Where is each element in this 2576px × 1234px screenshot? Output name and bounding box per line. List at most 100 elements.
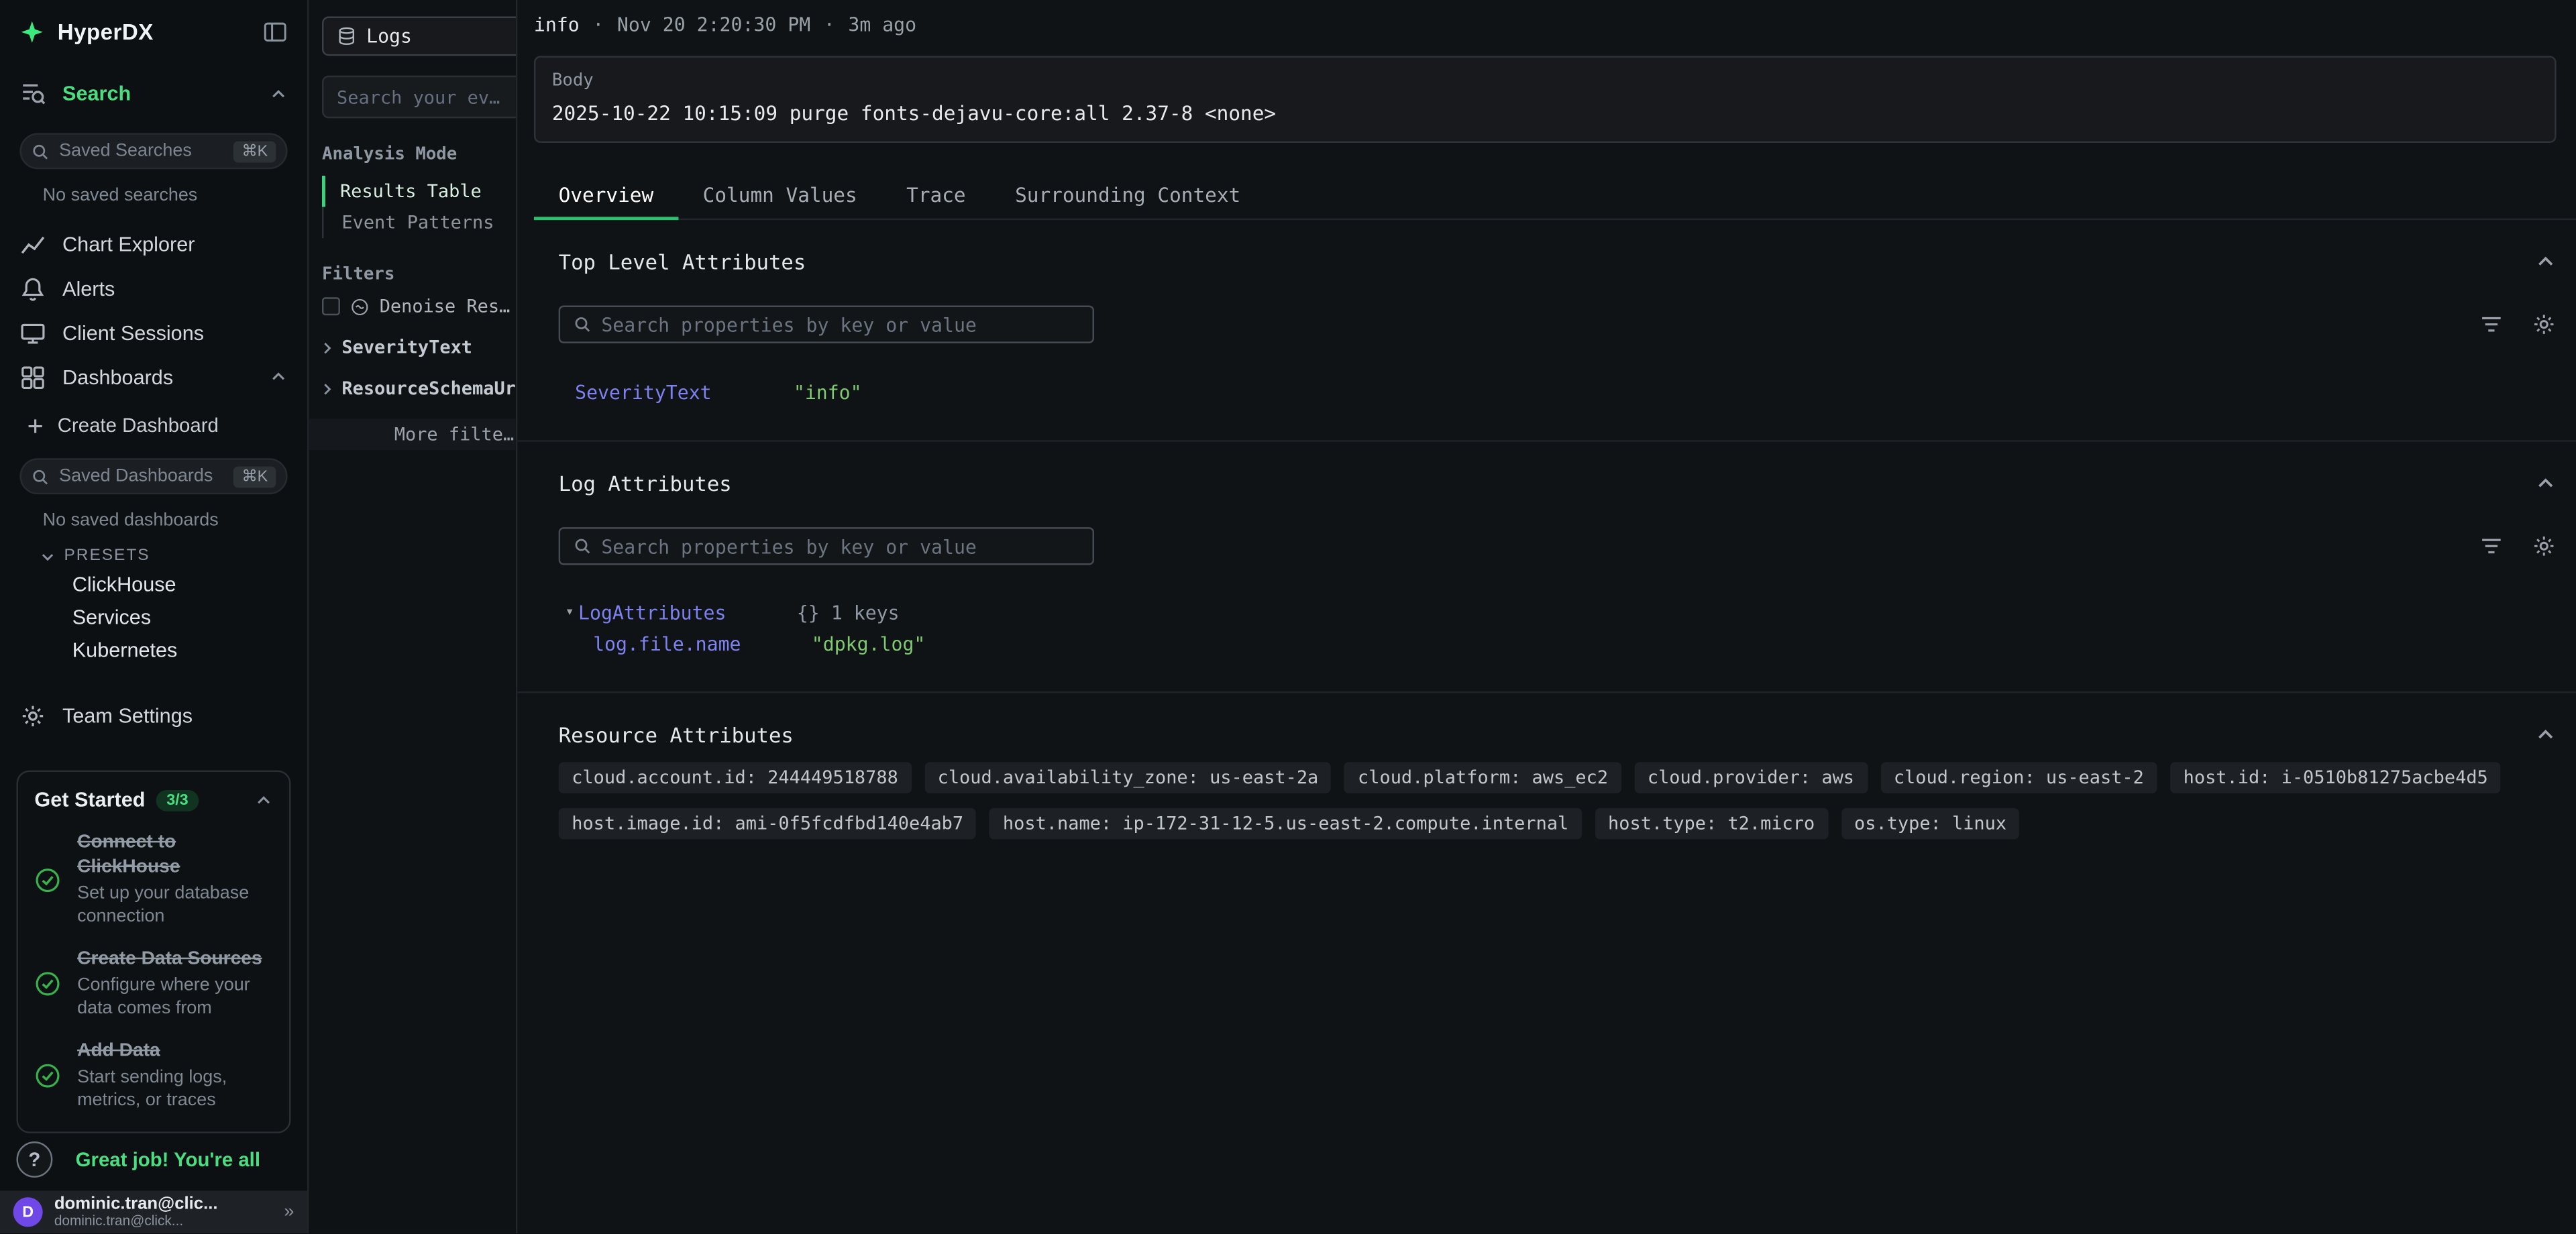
presets-toggle[interactable]: PRESETS <box>0 534 307 568</box>
chevron-right-icon <box>319 339 335 355</box>
chevron-up-icon[interactable] <box>2535 724 2557 746</box>
resource-chip[interactable]: cloud.provider: aws <box>1634 762 1867 793</box>
sidebar-item-client-sessions[interactable]: Client Sessions <box>0 311 307 355</box>
chevron-double-right-icon: » <box>284 1202 294 1222</box>
property-search-input[interactable] <box>601 535 1079 557</box>
chevron-up-icon[interactable] <box>270 368 288 386</box>
analysis-mode-results-table[interactable]: Results Table <box>322 176 516 207</box>
chart-icon <box>19 231 46 257</box>
log-attributes-root-row: ▾ LogAttributes {} 1 keys <box>559 601 2557 624</box>
get-started-header[interactable]: Get Started 3/3 <box>34 789 272 811</box>
app-title: HyperDX <box>58 19 154 44</box>
tree-collapse-icon[interactable]: ▾ <box>565 604 578 620</box>
get-started-item-sources[interactable]: Create Data Sources Configure where your… <box>34 948 272 1020</box>
hyperdx-logo-icon <box>19 19 44 44</box>
filter-group-resourceschemaurl[interactable]: ResourceSchemaUrl <box>319 378 516 399</box>
event-timestamp: Nov 20 2:20:30 PM <box>617 13 810 36</box>
filter-group-severitytext[interactable]: SeverityText <box>319 337 516 358</box>
resource-chip[interactable]: cloud.account.id: 244449518788 <box>559 762 912 793</box>
search-list-icon <box>19 80 46 107</box>
saved-searches-input[interactable] <box>59 142 223 161</box>
section-resource-attributes: Resource Attributes cloud.account.id: 24… <box>534 693 2557 846</box>
analysis-mode-list: Results Table Event Patterns <box>322 176 516 238</box>
no-saved-dashboards-note: No saved dashboards <box>43 511 307 530</box>
analysis-mode-event-patterns[interactable]: Event Patterns <box>323 207 516 239</box>
section-log-attributes: Log Attributes <box>534 442 2557 662</box>
severity-level: info <box>534 13 580 36</box>
filter-lines-icon[interactable] <box>2479 312 2504 337</box>
source-label: Logs <box>366 25 412 48</box>
attribute-key[interactable]: log.file.name <box>593 632 812 655</box>
analysis-mode-label: Analysis Mode <box>322 145 516 164</box>
resource-chips-row: cloud.account.id: 244449518788 cloud.ava… <box>559 762 2557 793</box>
saved-dashboards-input[interactable] <box>59 467 223 486</box>
search-icon <box>32 467 50 486</box>
tab-surrounding-context[interactable]: Surrounding Context <box>990 176 1265 219</box>
preset-clickhouse[interactable]: ClickHouse <box>0 568 307 601</box>
resource-chip[interactable]: host.type: t2.micro <box>1595 808 1827 840</box>
property-search[interactable] <box>559 306 1094 343</box>
detail-tabs: Overview Column Values Trace Surrounding… <box>534 176 2576 220</box>
section-title: Resource Attributes <box>559 723 794 748</box>
resource-chips-row: host.image.id: ami-0f5fcdfbd140e4ab7 hos… <box>559 808 2557 840</box>
property-search[interactable] <box>559 527 1094 565</box>
more-filters-button[interactable]: More filters <box>309 418 516 450</box>
app: HyperDX Search ⌘K No saved searches <box>0 0 2576 1233</box>
source-selector-button[interactable]: Logs <box>322 16 517 56</box>
sidebar-search-label: Search <box>62 82 131 105</box>
tree-root-key[interactable]: LogAttributes <box>578 601 797 624</box>
database-icon <box>337 26 356 46</box>
event-detail-panel: info · Nov 20 2:20:30 PM · 3m ago Body 2… <box>517 0 2576 1233</box>
sidebar-item-dashboards[interactable]: Dashboards <box>0 355 307 399</box>
preset-services[interactable]: Services <box>0 601 307 634</box>
attribute-row: log.file.name "dpkg.log" <box>559 632 2557 655</box>
create-dashboard-button[interactable]: Create Dashboard <box>0 406 307 445</box>
resource-chip[interactable]: host.image.id: ami-0f5fcdfbd140e4ab7 <box>559 808 977 840</box>
denoise-results-toggle[interactable]: Denoise Results <box>322 296 516 317</box>
sidebar-item-chart-explorer[interactable]: Chart Explorer <box>0 222 307 266</box>
section-top-level-attributes: Top Level Attributes <box>534 220 2557 410</box>
resource-chip[interactable]: cloud.region: us-east-2 <box>1880 762 2157 793</box>
event-search-input[interactable] <box>322 76 517 119</box>
tab-overview[interactable]: Overview <box>534 176 678 219</box>
get-started-item-connect[interactable]: Connect to ClickHouse Set up your databa… <box>34 831 272 928</box>
saved-searches-search[interactable]: ⌘K <box>19 133 287 169</box>
user-name: dominic.tran@clic... <box>54 1196 218 1214</box>
resource-chip[interactable]: cloud.availability_zone: us-east-2a <box>924 762 1332 793</box>
section-title: Log Attributes <box>559 471 732 496</box>
logo-row: HyperDX <box>0 0 307 51</box>
chevron-up-icon[interactable] <box>255 791 273 809</box>
denoise-checkbox[interactable] <box>322 297 340 315</box>
user-texts: dominic.tran@clic... dominic.tran@click.… <box>54 1196 218 1229</box>
section-title: Top Level Attributes <box>559 249 806 274</box>
tab-column-values[interactable]: Column Values <box>678 176 881 219</box>
sidebar-item-team-settings[interactable]: Team Settings <box>0 693 307 737</box>
preset-kubernetes[interactable]: Kubernetes <box>0 634 307 667</box>
attribute-value[interactable]: "dpkg.log" <box>812 632 926 655</box>
help-button[interactable]: ? <box>16 1141 52 1178</box>
resource-chip[interactable]: cloud.platform: aws_ec2 <box>1344 762 1621 793</box>
check-circle-icon <box>34 971 60 997</box>
attribute-key[interactable]: SeverityText <box>575 381 794 404</box>
get-started-item-add-data[interactable]: Add Data Start sending logs, metrics, or… <box>34 1040 272 1113</box>
property-search-input[interactable] <box>601 313 1079 336</box>
chevron-up-icon[interactable] <box>2535 473 2557 494</box>
resource-chip[interactable]: host.name: ip-172-31-12-5.us-east-2.comp… <box>989 808 1582 840</box>
resource-chip[interactable]: host.id: i-0510b81275acbe4d5 <box>2170 762 2501 793</box>
body-panel: Body 2025-10-22 10:15:09 purge fonts-dej… <box>534 56 2557 143</box>
denoise-label: Denoise Results <box>380 296 516 317</box>
saved-dashboards-search[interactable]: ⌘K <box>19 458 287 494</box>
attribute-value[interactable]: "info" <box>794 381 862 404</box>
gear-icon[interactable] <box>2532 312 2557 337</box>
separator-dot: · <box>592 13 604 36</box>
sidebar-item-alerts[interactable]: Alerts <box>0 266 307 311</box>
collapse-sidebar-icon[interactable] <box>263 19 288 44</box>
filter-lines-icon[interactable] <box>2479 534 2504 559</box>
chevron-up-icon[interactable] <box>270 85 288 103</box>
chevron-up-icon[interactable] <box>2535 251 2557 273</box>
user-menu[interactable]: D dominic.tran@clic... dominic.tran@clic… <box>0 1191 307 1234</box>
sidebar-item-search[interactable]: Search <box>0 67 307 119</box>
gear-icon[interactable] <box>2532 534 2557 559</box>
tab-trace[interactable]: Trace <box>881 176 990 219</box>
resource-chip[interactable]: os.type: linux <box>1841 808 2019 840</box>
